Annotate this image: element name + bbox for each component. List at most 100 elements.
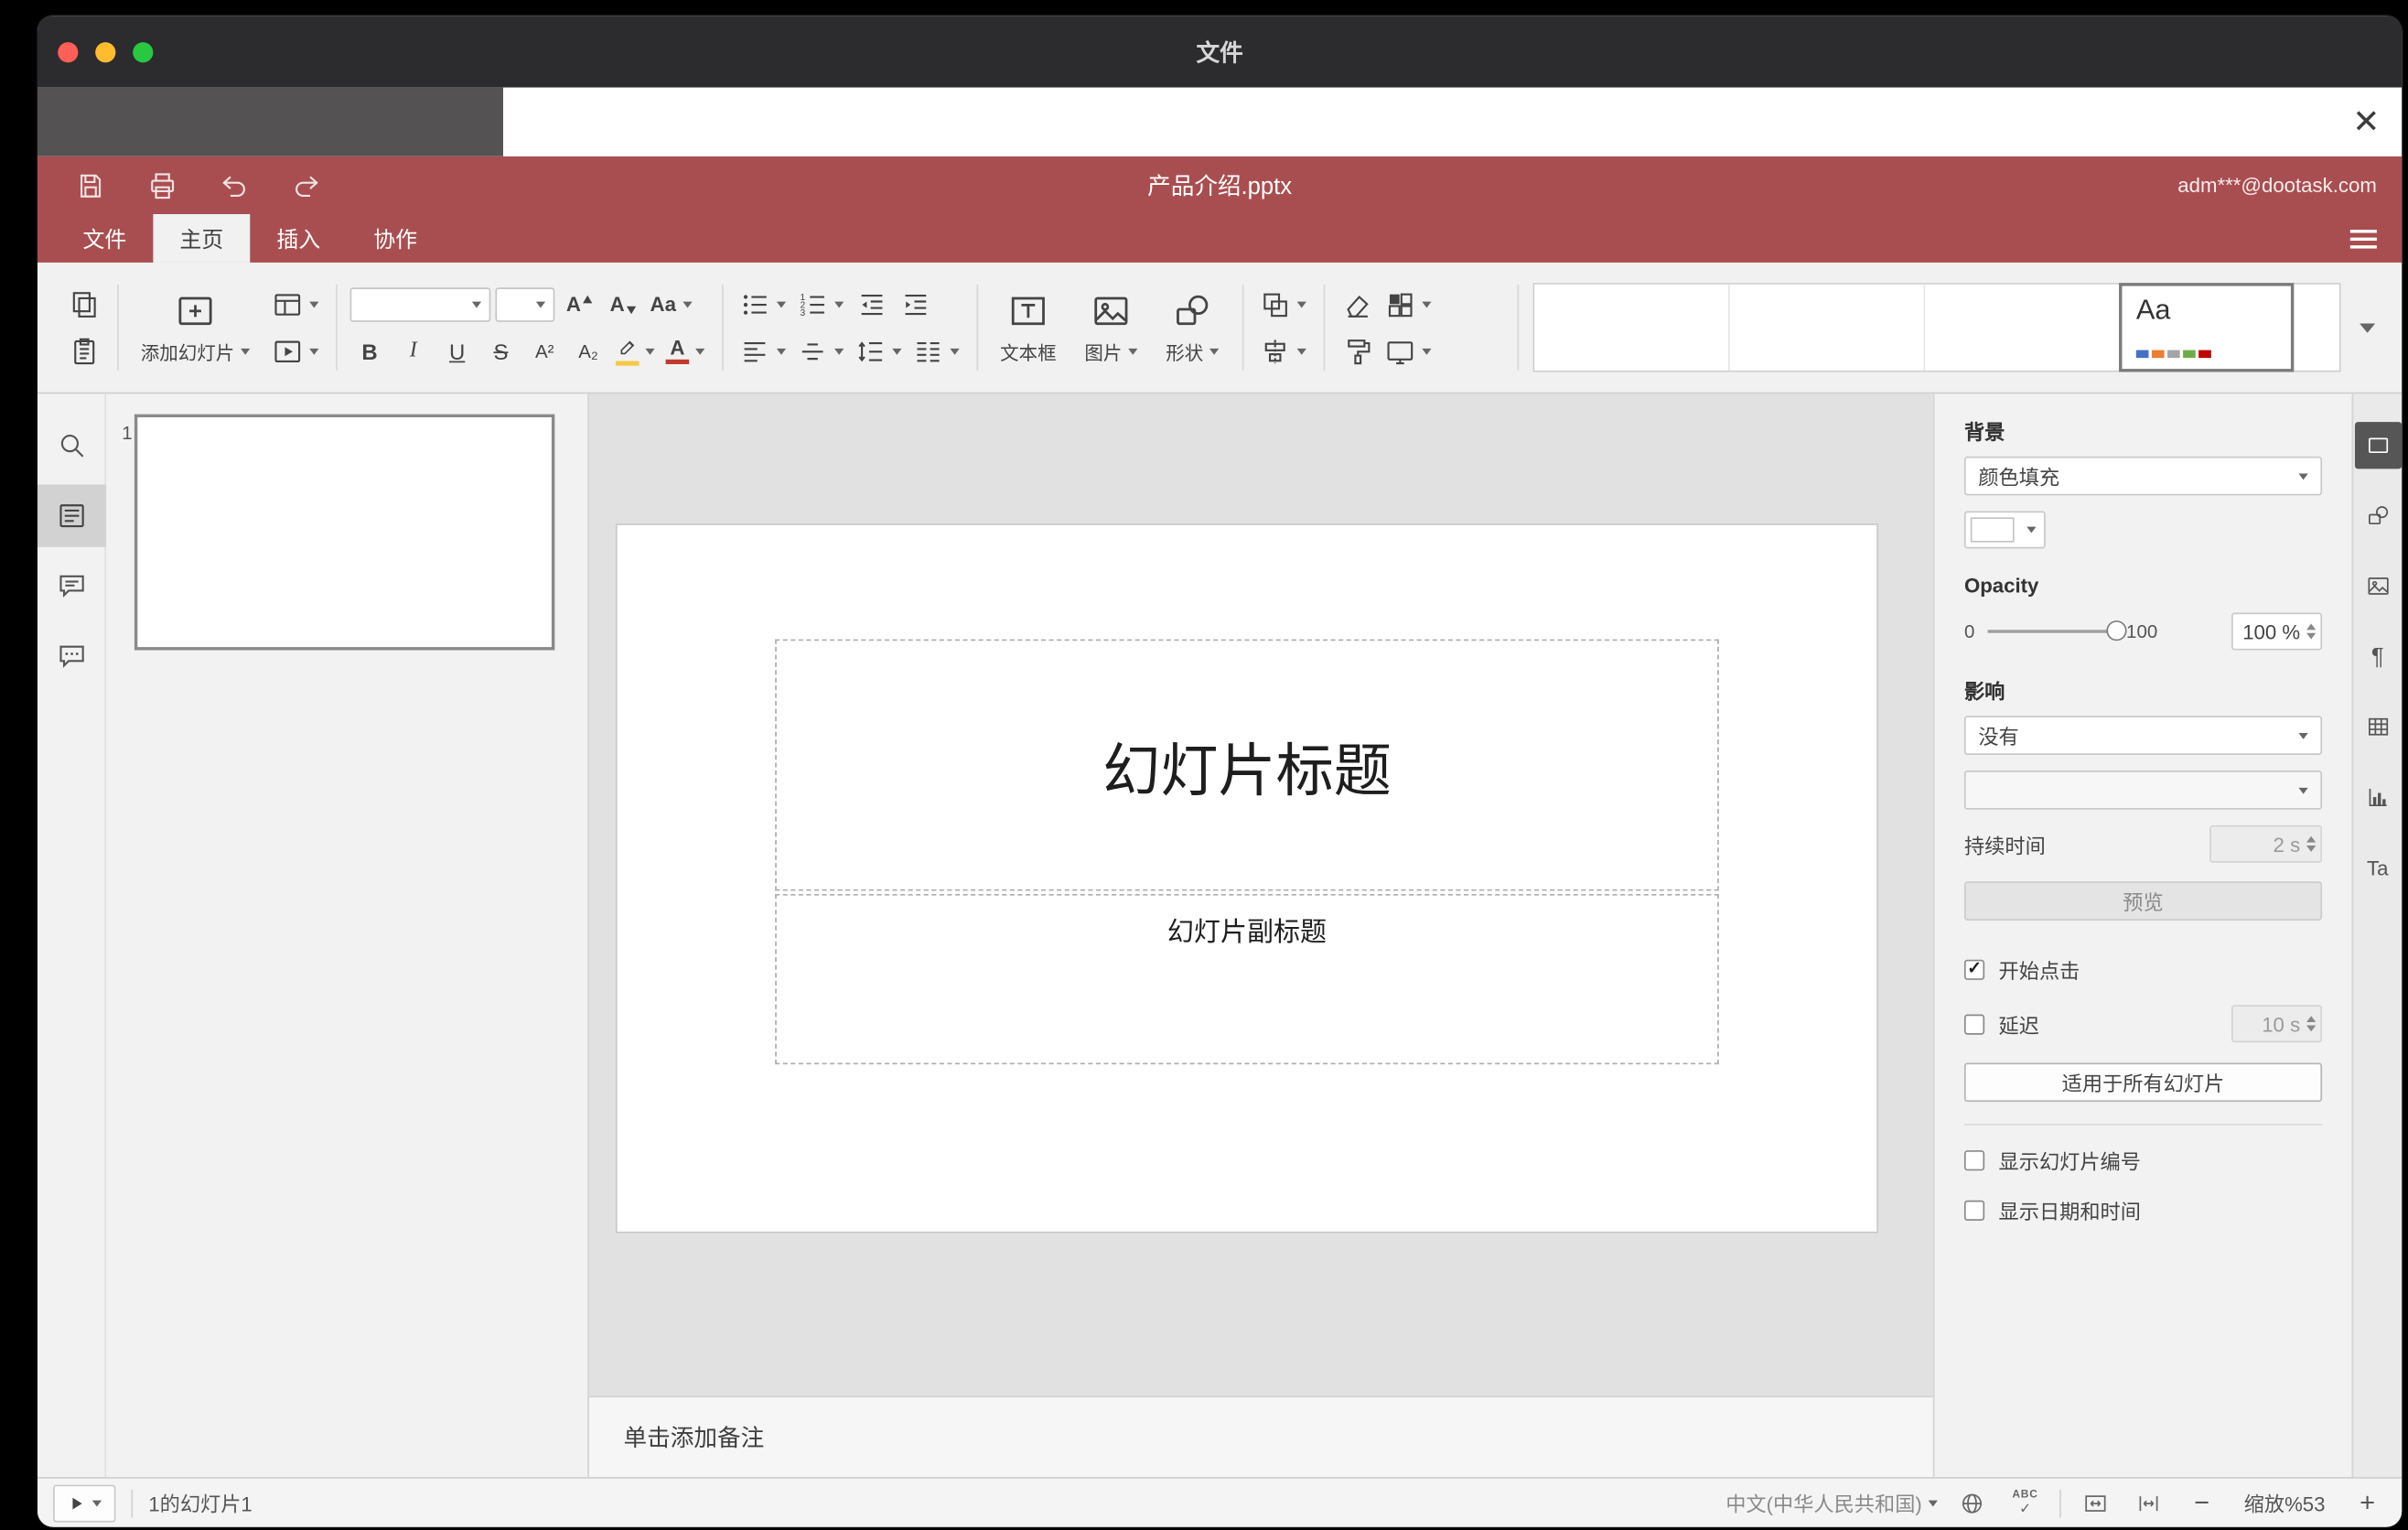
slide-size-button[interactable] xyxy=(1381,330,1435,371)
change-layout-button[interactable] xyxy=(269,284,322,324)
increase-indent-button[interactable] xyxy=(896,284,935,324)
theme-option-2[interactable] xyxy=(1729,284,1926,371)
decrease-font-button[interactable]: A xyxy=(603,284,642,324)
columns-button[interactable] xyxy=(909,330,962,371)
bold-button[interactable]: B xyxy=(350,330,390,371)
opacity-slider-knob[interactable] xyxy=(2105,620,2127,641)
chat-button[interactable] xyxy=(38,625,105,687)
show-date-time-checkbox[interactable] xyxy=(1963,1200,1985,1221)
zoom-in-button[interactable]: + xyxy=(2349,1484,2386,1522)
color-scheme-button[interactable] xyxy=(1381,284,1435,324)
current-slide[interactable]: 幻灯片标题 幻灯片副标题 xyxy=(615,523,1879,1234)
delay-value: 10 s xyxy=(2262,1011,2301,1036)
insert-image-button[interactable]: 图片 xyxy=(1075,286,1147,368)
copy-button[interactable] xyxy=(64,284,103,324)
search-button[interactable] xyxy=(38,415,105,477)
shape-settings-button[interactable] xyxy=(2354,492,2401,539)
theme-option-selected[interactable]: Aa xyxy=(2119,283,2295,372)
change-case-button[interactable]: Aa xyxy=(647,284,694,324)
tab-home[interactable]: 主页 xyxy=(153,213,251,263)
notes-area[interactable]: 单击添加备注 xyxy=(588,1395,1933,1478)
effect-select[interactable]: 没有 xyxy=(1963,716,2323,755)
start-slideshow-status-button[interactable] xyxy=(53,1483,116,1522)
insert-textbox-button[interactable]: 文本框 xyxy=(991,286,1066,368)
delay-checkbox[interactable] xyxy=(1963,1013,1985,1034)
theme-gallery-expand-button[interactable] xyxy=(2346,283,2390,372)
zoom-out-button[interactable]: − xyxy=(2183,1484,2220,1522)
document-language-button[interactable] xyxy=(1953,1484,1991,1522)
font-name-combobox[interactable] xyxy=(349,286,491,321)
start-slideshow-button[interactable] xyxy=(269,330,322,371)
clear-style-button[interactable] xyxy=(1338,284,1377,324)
spinner-icon[interactable] xyxy=(2306,623,2317,640)
image-label: 图片 xyxy=(1084,341,1123,364)
insert-shape-button[interactable]: 形状 xyxy=(1156,286,1229,368)
apply-to-all-slides-button[interactable]: 适用于所有幻灯片 xyxy=(1963,1062,2323,1103)
shrink-font-glyph: A xyxy=(609,292,625,317)
highlight-color-button[interactable] xyxy=(613,330,659,371)
print-button[interactable] xyxy=(144,167,181,204)
slide-subtitle-placeholder[interactable]: 幻灯片副标题 xyxy=(775,893,1719,1065)
table-settings-button[interactable] xyxy=(2354,704,2401,750)
textart-settings-button[interactable]: Ta xyxy=(2354,844,2401,890)
horizontal-align-button[interactable] xyxy=(736,330,789,371)
background-color-select[interactable] xyxy=(1963,511,2046,549)
effect-type-select[interactable] xyxy=(1963,770,2323,810)
spinner-icon[interactable] xyxy=(2306,835,2317,852)
spinner-icon[interactable] xyxy=(2306,1016,2317,1032)
hamburger-menu-icon[interactable] xyxy=(2349,214,2377,263)
subscript-button[interactable]: A₂ xyxy=(569,330,608,371)
paste-button[interactable] xyxy=(64,330,103,371)
redo-button[interactable] xyxy=(287,167,325,204)
chevron-down-icon xyxy=(1296,348,1306,354)
italic-button[interactable]: I xyxy=(393,330,433,371)
align-shape-button[interactable] xyxy=(1256,330,1309,371)
font-size-combobox[interactable] xyxy=(495,286,555,321)
preview-button[interactable]: 预览 xyxy=(1963,881,2323,921)
undo-button[interactable] xyxy=(216,167,253,204)
add-slide-button[interactable]: 添加幻灯片 xyxy=(131,286,259,368)
theme-option-1[interactable] xyxy=(1534,284,1730,371)
arrange-shape-button[interactable] xyxy=(1256,284,1309,324)
fit-to-slide-button[interactable] xyxy=(2077,1484,2114,1522)
start-on-click-checkbox[interactable]: ✓ xyxy=(1963,959,1985,980)
vertical-align-button[interactable] xyxy=(794,330,847,371)
superscript-button[interactable]: A² xyxy=(525,330,564,371)
underline-button[interactable]: U xyxy=(437,330,477,371)
background-fill-select[interactable]: 颜色填充 xyxy=(1963,456,2323,496)
font-color-button[interactable]: A xyxy=(662,330,708,371)
show-slide-number-checkbox[interactable] xyxy=(1963,1150,1985,1171)
duration-input[interactable]: 2 s xyxy=(2209,824,2323,863)
opacity-slider[interactable] xyxy=(1987,620,2127,641)
line-spacing-button[interactable] xyxy=(852,330,905,371)
shape-label: 形状 xyxy=(1166,341,1204,364)
spellcheck-button[interactable]: ABC ✓ xyxy=(2006,1484,2044,1522)
tab-file[interactable]: 文件 xyxy=(56,214,153,263)
opacity-input[interactable]: 100 % xyxy=(2231,612,2323,651)
strikeout-button[interactable]: S xyxy=(481,330,521,371)
language-selector[interactable]: 中文(中华人民共和国) xyxy=(1725,1488,1938,1517)
save-button[interactable] xyxy=(72,167,110,204)
chart-settings-button[interactable] xyxy=(2354,773,2401,820)
numbering-button[interactable] xyxy=(794,284,847,324)
image-settings-button[interactable] xyxy=(2354,563,2401,609)
slide-thumbnail[interactable] xyxy=(134,414,555,651)
theme-option-3[interactable] xyxy=(1925,284,2121,371)
paragraph-settings-button[interactable]: ¶ xyxy=(2354,633,2401,680)
tab-collaboration[interactable]: 协作 xyxy=(347,214,444,263)
viewer-close-icon[interactable]: ✕ xyxy=(2352,88,2380,156)
increase-font-button[interactable]: A xyxy=(559,284,598,324)
bullets-button[interactable] xyxy=(736,284,789,324)
delay-input[interactable]: 10 s xyxy=(2231,1005,2323,1043)
tab-insert[interactable]: 插入 xyxy=(250,214,347,263)
window-zoom-button[interactable] xyxy=(133,41,154,62)
decrease-indent-button[interactable] xyxy=(852,284,891,324)
slide-settings-button[interactable] xyxy=(2354,422,2402,469)
slides-panel-button[interactable] xyxy=(37,484,106,547)
window-minimize-button[interactable] xyxy=(95,41,116,62)
window-close-button[interactable] xyxy=(58,41,79,62)
copy-style-button[interactable] xyxy=(1338,330,1377,371)
fit-to-width-button[interactable] xyxy=(2130,1484,2167,1522)
slide-title-placeholder[interactable]: 幻灯片标题 xyxy=(775,639,1719,891)
comments-button[interactable] xyxy=(38,555,105,617)
